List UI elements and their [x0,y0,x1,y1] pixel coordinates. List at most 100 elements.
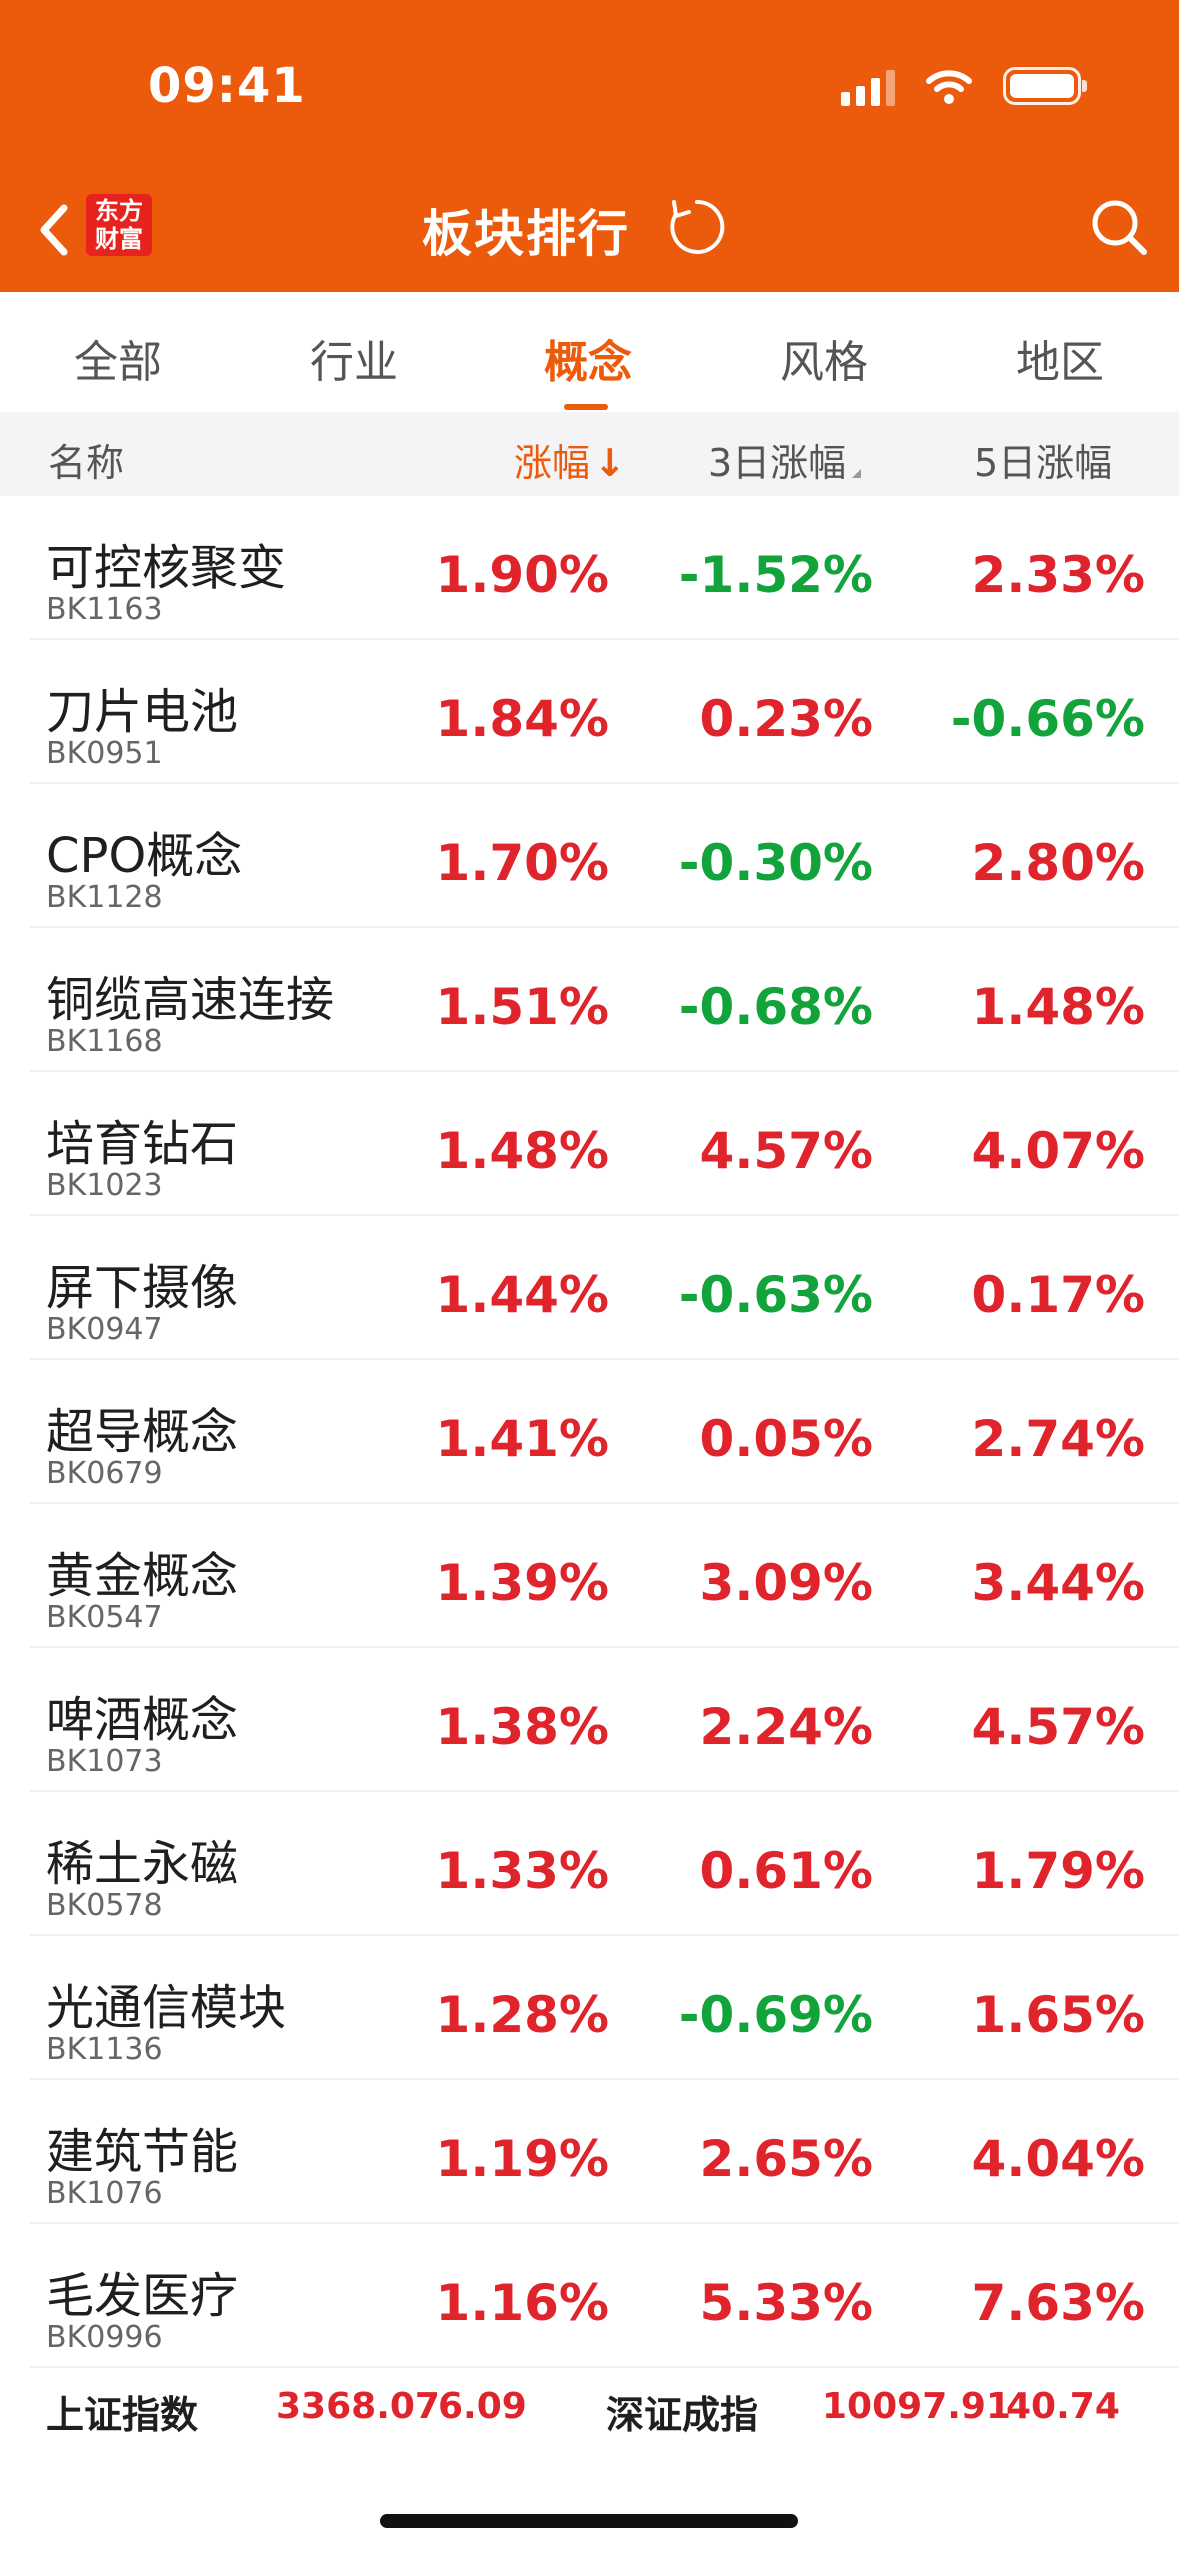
sector-name: 光通信模块 [46,1980,287,2036]
battery-icon [1003,67,1087,105]
change-value: 1.51% [435,978,609,1036]
change-5d-value: 3.44% [971,1554,1145,1612]
sector-code: BK0547 [46,1600,163,1635]
sector-name: 刀片电池 [46,684,239,740]
sector-code: BK1023 [46,1168,163,1203]
change-3d-value: -0.63% [678,1266,873,1324]
change-3d-value: 4.57% [699,1122,873,1180]
tab-style[interactable]: 风格 [780,326,868,390]
change-5d-value: 4.07% [971,1122,1145,1180]
logo-line-2: 财富 [95,225,143,253]
sz-index-name: 深证成指 [606,2393,759,2437]
change-3d-value: 2.65% [699,2130,873,2188]
tab-industry[interactable]: 行业 [310,326,398,390]
col-change-3d[interactable]: 3日涨幅 [708,432,862,487]
sh-index-value: 3368.07 [276,2386,440,2427]
sector-name: 超导概念 [46,1404,239,1460]
column-header: 名称 涨幅 ↓ 3日涨幅 5日涨幅 [0,412,1179,496]
sort-desc-icon: ↓ [594,441,626,485]
change-5d-value: 4.57% [971,1698,1145,1756]
change-3d-value: 2.24% [699,1698,873,1756]
back-icon[interactable] [30,200,80,260]
signal-icon [841,66,895,106]
sector-row[interactable]: 光通信模块 BK1136 1.28% -0.69% 1.65% [30,1936,1179,2080]
change-5d-value: 1.79% [971,1842,1145,1900]
col-change-label: 涨幅 [514,441,591,485]
status-time: 09:41 [148,58,306,114]
page-title: 板块排行 [422,205,630,263]
sector-row[interactable]: 建筑节能 BK1076 1.19% 2.65% 4.04% [30,2080,1179,2224]
col-name: 名称 [48,441,125,485]
sh-index-name: 上证指数 [46,2393,199,2437]
change-value: 1.84% [435,690,609,748]
change-value: 1.38% [435,1698,609,1756]
change-3d-value: 3.09% [699,1554,873,1612]
sector-row[interactable]: 铜缆高速连接 BK1168 1.51% -0.68% 1.48% [30,928,1179,1072]
sector-code: BK0679 [46,1456,163,1491]
sector-row[interactable]: 啤酒概念 BK1073 1.38% 2.24% 4.57% [30,1648,1179,1792]
change-3d-value: 0.61% [699,1842,873,1900]
tab-region[interactable]: 地区 [1016,326,1104,390]
search-icon[interactable] [1088,196,1150,258]
change-value: 1.16% [435,2274,609,2332]
change-5d-value: 1.65% [971,1986,1145,2044]
col-change-5d-label: 5日涨幅 [974,441,1113,485]
change-5d-value: 0.17% [971,1266,1145,1324]
change-3d-value: 5.33% [699,2274,873,2332]
change-value: 1.44% [435,1266,609,1324]
change-3d-value: -0.69% [678,1986,873,2044]
sector-code: BK0951 [46,736,163,771]
logo-line-1: 东方 [95,197,143,225]
change-3d-value: -0.68% [678,978,873,1036]
sector-name: 啤酒概念 [46,1692,239,1748]
sector-name: 屏下摄像 [46,1260,239,1316]
sh-index-change: 6.09 [438,2386,527,2427]
sector-row[interactable]: 屏下摄像 BK0947 1.44% -0.63% 0.17% [30,1216,1179,1360]
sort-toggle-icon [852,469,862,478]
wifi-icon [926,70,972,104]
sector-name: 毛发医疗 [46,2268,239,2324]
col-change-3d-label: 3日涨幅 [708,441,847,485]
change-5d-value: -0.66% [950,690,1145,748]
sector-name: 铜缆高速连接 [46,972,335,1028]
sector-name: 黄金概念 [46,1548,239,1604]
sector-name: 培育钻石 [46,1116,239,1172]
index-bar[interactable]: 上证指数 3368.07 6.09 深证成指 10097.91 40.74 [0,2370,1179,2442]
category-tabs: 全部 行业 概念 风格 地区 [0,292,1179,412]
refresh-icon[interactable] [666,196,728,258]
status-icons [841,64,1087,108]
sector-code: BK1163 [46,592,163,627]
sector-row[interactable]: 刀片电池 BK0951 1.84% 0.23% -0.66% [30,640,1179,784]
change-value: 1.90% [435,546,609,604]
active-tab-indicator [564,404,608,410]
sector-code: BK0947 [46,1312,163,1347]
sector-row[interactable]: 培育钻石 BK1023 1.48% 4.57% 4.07% [30,1072,1179,1216]
sector-code: BK1136 [46,2032,163,2067]
sector-code: BK0996 [46,2320,163,2355]
sector-row[interactable]: 超导概念 BK0679 1.41% 0.05% 2.74% [30,1360,1179,1504]
change-value: 1.19% [435,2130,609,2188]
sector-list: 可控核聚变 BK1163 1.90% -1.52% 2.33% 刀片电池 BK0951 1.8… [0,496,1179,2368]
sector-code: BK0578 [46,1888,163,1923]
sector-row[interactable]: 黄金概念 BK0547 1.39% 3.09% 3.44% [30,1504,1179,1648]
tab-all[interactable]: 全部 [74,326,162,390]
sector-code: BK1128 [46,880,163,915]
sector-row[interactable]: 稀土永磁 BK0578 1.33% 0.61% 1.79% [30,1792,1179,1936]
change-3d-value: 0.23% [699,690,873,748]
col-change-sort[interactable]: 涨幅 ↓ [514,432,626,487]
sector-name: CPO概念 [46,828,243,884]
sector-row[interactable]: 毛发医疗 BK0996 1.16% 5.33% 7.63% [30,2224,1179,2368]
change-value: 1.41% [435,1410,609,1468]
change-value: 1.39% [435,1554,609,1612]
tab-concept[interactable]: 概念 [544,326,632,390]
sector-code: BK1168 [46,1024,163,1059]
sector-row[interactable]: 可控核聚变 BK1163 1.90% -1.52% 2.33% [30,496,1179,640]
change-value: 1.48% [435,1122,609,1180]
col-change-5d[interactable]: 5日涨幅 [974,432,1134,487]
sector-name: 可控核聚变 [46,540,287,596]
change-5d-value: 4.04% [971,2130,1145,2188]
sector-row[interactable]: CPO概念 BK1128 1.70% -0.30% 2.80% [30,784,1179,928]
sz-index-value: 10097.91 [822,2386,1012,2427]
change-5d-value: 2.80% [971,834,1145,892]
change-value: 1.33% [435,1842,609,1900]
